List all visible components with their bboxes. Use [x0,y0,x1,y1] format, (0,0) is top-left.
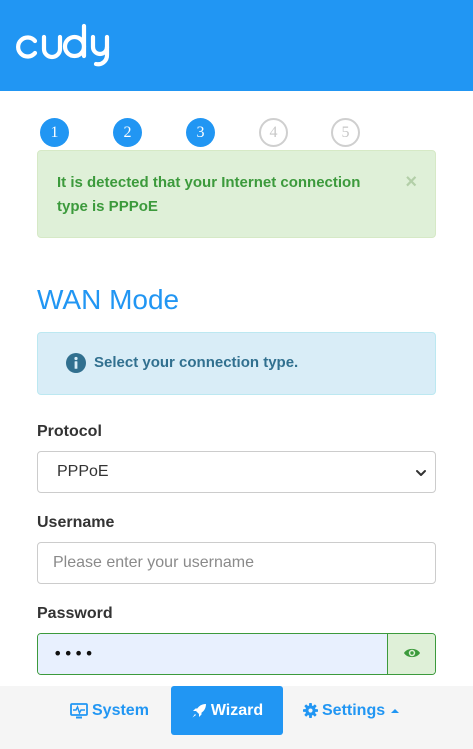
app-header [0,0,473,91]
cudy-logo [16,23,110,67]
protocol-label: Protocol [37,423,102,440]
close-icon[interactable]: × [405,170,417,194]
wizard-step-1: 1 [40,118,69,147]
password-input[interactable]: •••• [38,634,388,674]
nav-wizard-label: Wizard [210,701,264,719]
rocket-icon [192,703,206,717]
gear-icon [303,703,318,718]
wizard-step-5: 5 [331,118,360,147]
nav-system[interactable]: System [70,686,149,735]
detection-alert: It is detected that your Internet connec… [37,150,436,238]
footer-nav: System Wizard Settings [0,686,473,749]
nav-settings-label: Settings [322,701,386,719]
detection-alert-message: It is detected that your Internet connec… [57,174,361,215]
info-icon [66,353,86,373]
monitor-icon [70,702,88,718]
info-alert-message: Select your connection type. [94,354,299,371]
eye-icon [404,648,420,658]
show-password-toggle[interactable] [387,634,435,674]
password-label: Password [37,605,113,622]
info-alert: Select your connection type. [37,332,436,395]
nav-wizard[interactable]: Wizard [171,686,283,735]
wizard-step-3: 3 [186,118,215,147]
wizard-step-2: 2 [113,118,142,147]
protocol-select[interactable]: PPPoE [37,451,436,493]
nav-system-label: System [92,701,149,719]
password-field-group: •••• [37,633,436,675]
wizard-step-4: 4 [259,118,288,147]
nav-settings[interactable]: Settings [303,686,400,735]
username-input[interactable] [37,542,436,584]
protocol-select-value: PPPoE [57,463,109,480]
username-label: Username [37,514,115,531]
caret-up-icon [391,708,400,713]
chevron-down-icon [416,470,426,476]
page-title: WAN Mode [37,284,180,315]
